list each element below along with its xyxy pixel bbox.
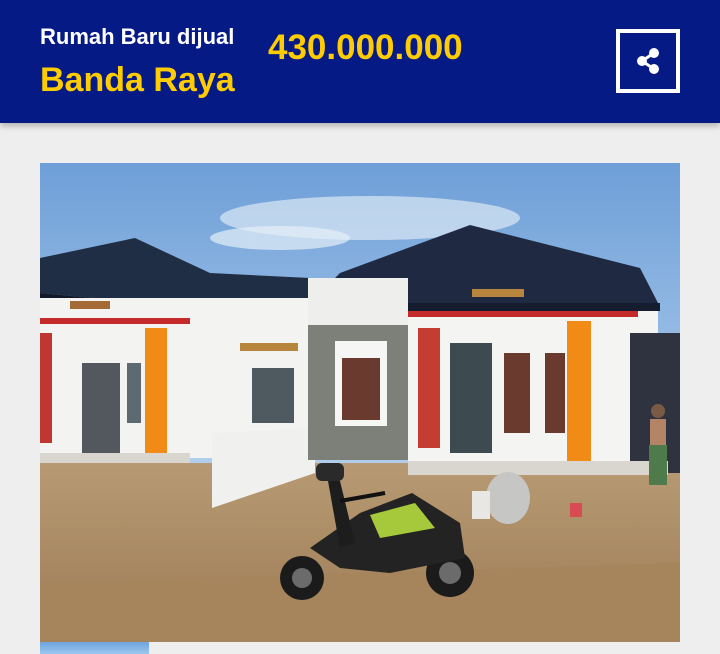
listing-subtitle: Rumah Baru dijual — [40, 24, 235, 49]
house-photo-illustration — [40, 163, 680, 642]
house-photo[interactable] — [40, 163, 680, 642]
listing-title: Banda Raya — [40, 61, 235, 99]
share-icon — [637, 48, 659, 74]
share-button[interactable] — [616, 29, 680, 93]
thumbnail-photo[interactable] — [40, 642, 149, 654]
listing-header: Rumah Baru dijual Banda Raya 430.000.000 — [0, 0, 720, 123]
listing-price: 430.000.000 — [268, 28, 463, 67]
